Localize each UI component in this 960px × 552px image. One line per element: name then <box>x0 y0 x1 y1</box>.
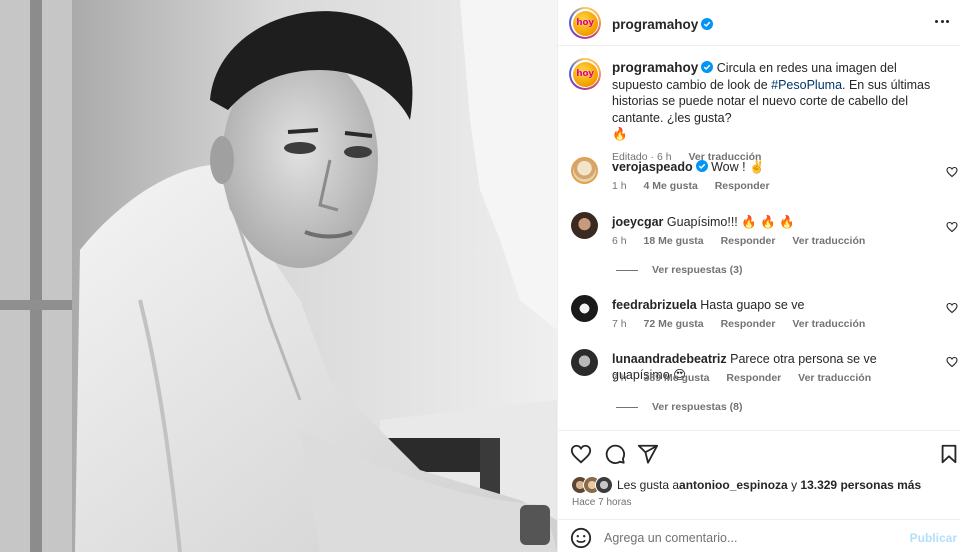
post-details-panel: hoy programahoy hoy programahoy Circula … <box>557 0 960 552</box>
heart-icon[interactable] <box>946 166 958 178</box>
verified-badge-icon <box>695 160 708 172</box>
comment-meta: 7 h 72 Me gusta Responder Ver traducción <box>612 318 865 330</box>
heart-icon[interactable] <box>946 302 958 314</box>
liker-avatar <box>595 476 613 494</box>
reply-button[interactable]: Responder <box>715 180 770 192</box>
bookmark-icon[interactable] <box>938 443 960 465</box>
post-timestamp: Hace 7 horas <box>572 497 632 508</box>
author-avatar[interactable]: hoy <box>569 7 601 39</box>
comment-likes[interactable]: 72 Me gusta <box>644 318 704 330</box>
hoy-logo-text: hoy <box>576 69 594 79</box>
post-header: hoy programahoy <box>558 0 960 46</box>
caption-author-avatar[interactable]: hoy <box>569 58 601 90</box>
liker-avatars[interactable] <box>571 476 615 494</box>
comment-likes[interactable]: 18 Me gusta <box>644 235 704 247</box>
comment-input[interactable] <box>604 527 894 549</box>
view-replies-button[interactable]: Ver respuestas (3) <box>616 264 742 276</box>
comment-username[interactable]: lunaandradebeatriz <box>612 352 727 366</box>
view-replies-label: Ver respuestas (3) <box>652 264 743 276</box>
comment-composer: Publicar <box>558 519 960 552</box>
likes-prefix: Les gusta a <box>617 478 680 492</box>
commenter-avatar[interactable] <box>571 212 598 239</box>
likes-count-link[interactable]: 13.329 personas más <box>800 478 921 492</box>
comment-text: Wow ! ✌️ <box>711 160 765 174</box>
comment-time: 7 h <box>612 318 627 330</box>
comment-translate-link[interactable]: Ver traducción <box>792 235 865 247</box>
post-photo[interactable] <box>0 0 557 552</box>
share-icon[interactable] <box>637 443 659 465</box>
replies-divider <box>616 406 638 408</box>
caption-text: programahoy Circula en redes una imagen … <box>612 60 947 165</box>
comment-likes[interactable]: 389 Me gusta <box>644 372 710 384</box>
reply-button[interactable]: Responder <box>721 235 776 247</box>
likes-summary: Les gusta a antonioo_espinoza y 13.329 p… <box>571 474 921 496</box>
comment-username[interactable]: feedrabrizuela <box>612 298 697 312</box>
post-photo-image <box>0 0 557 552</box>
caption-emoji: 🔥 <box>612 127 628 141</box>
comment-time: 7 h <box>612 372 627 384</box>
heart-icon[interactable] <box>570 443 592 465</box>
comment-likes[interactable]: 4 Me gusta <box>644 180 698 192</box>
post-comment-button[interactable]: Publicar <box>910 531 957 545</box>
comment-username[interactable]: joeycgar <box>612 215 663 229</box>
comment-time: 6 h <box>612 235 627 247</box>
comment-icon[interactable] <box>604 443 626 465</box>
author-username[interactable]: programahoy <box>612 17 698 32</box>
heart-icon[interactable] <box>946 221 958 233</box>
verified-badge-icon <box>701 18 714 30</box>
verified-badge-icon <box>701 61 714 73</box>
reply-button[interactable]: Responder <box>726 372 781 384</box>
commenter-avatar[interactable] <box>571 157 598 184</box>
more-options-icon[interactable] <box>935 14 949 28</box>
comment-meta: 6 h 18 Me gusta Responder Ver traducción <box>612 235 865 247</box>
reply-button[interactable]: Responder <box>721 318 776 330</box>
comment-meta: 1 h 4 Me gusta Responder <box>612 180 770 192</box>
likes-connector: y <box>787 478 801 492</box>
comment-text: Guapísimo!!! 🔥 🔥 🔥 <box>666 215 795 229</box>
post-actions: Les gusta a antonioo_espinoza y 13.329 p… <box>558 430 960 530</box>
heart-icon[interactable] <box>946 356 958 368</box>
view-replies-button[interactable]: Ver respuestas (8) <box>616 401 742 413</box>
comment-translate-link[interactable]: Ver traducción <box>798 372 871 384</box>
hashtag-link[interactable]: #PesoPluma <box>771 78 842 92</box>
commenter-avatar[interactable] <box>571 349 598 376</box>
comment-translate-link[interactable]: Ver traducción <box>792 318 865 330</box>
comment-meta: 7 h 389 Me gusta Responder Ver traducció… <box>612 372 871 384</box>
comment-time: 1 h <box>612 180 627 192</box>
comment-text: Hasta guapo se ve <box>700 298 805 312</box>
replies-divider <box>616 269 638 271</box>
caption-username[interactable]: programahoy <box>612 60 698 75</box>
view-replies-label: Ver respuestas (8) <box>652 401 743 413</box>
hoy-logo-text: hoy <box>576 18 594 28</box>
emoji-icon[interactable] <box>570 527 592 549</box>
comment-username[interactable]: verojaspeado <box>612 160 693 174</box>
commenter-avatar[interactable] <box>571 295 598 322</box>
liked-by-username[interactable]: antonioo_espinoza <box>679 478 788 492</box>
